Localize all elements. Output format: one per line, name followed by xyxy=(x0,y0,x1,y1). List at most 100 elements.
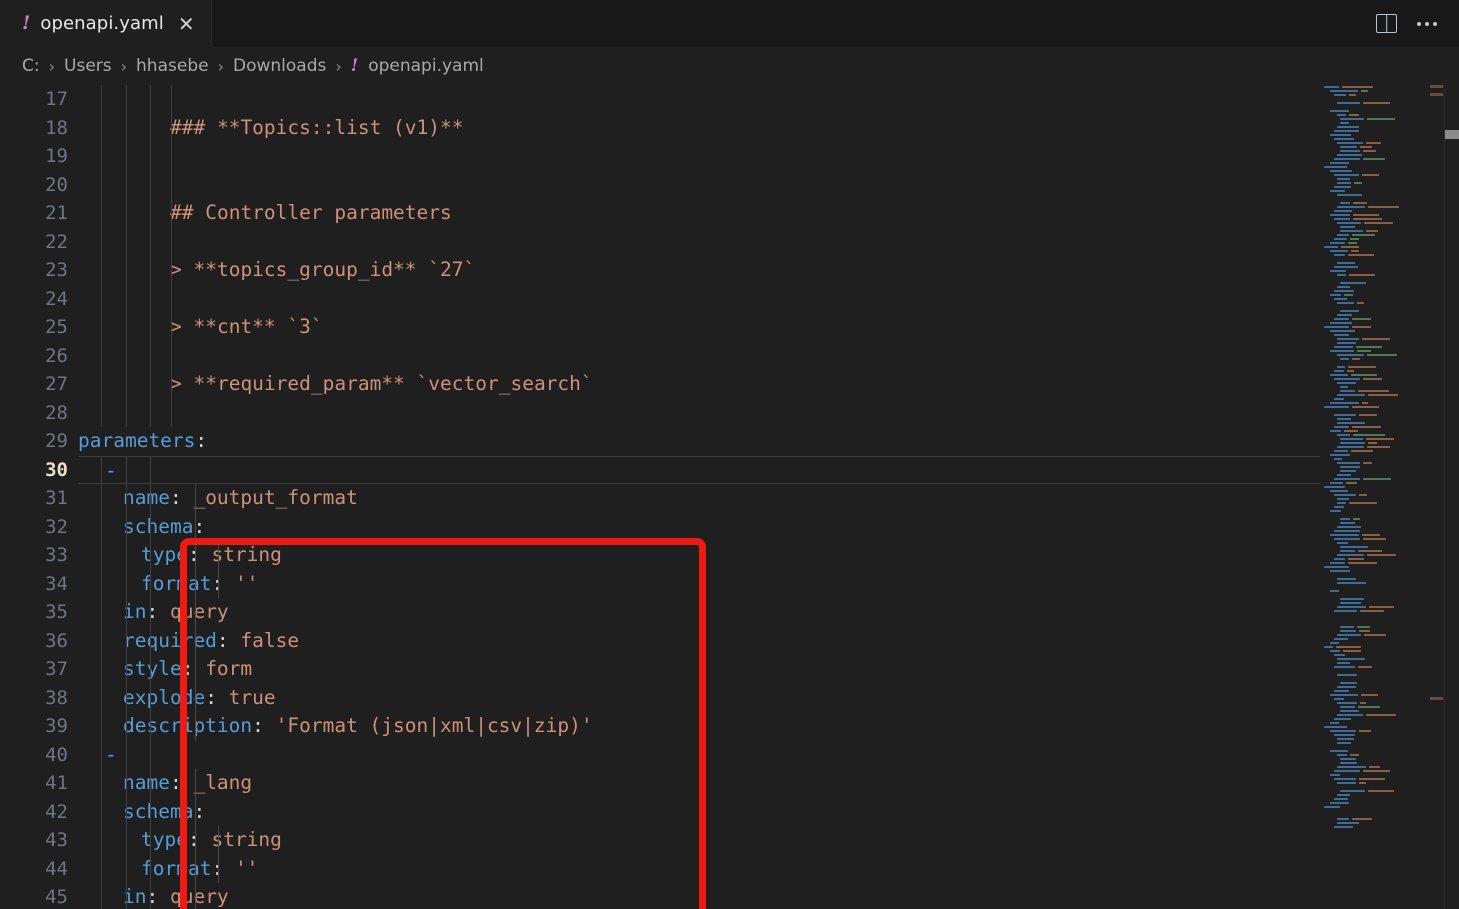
minimap-token xyxy=(1340,465,1361,469)
minimap-token xyxy=(1336,193,1362,197)
code-line[interactable] xyxy=(78,171,1320,200)
code-token: > **cnt** `3` xyxy=(170,315,323,338)
code-token: form xyxy=(205,657,253,680)
line-number: 35 xyxy=(45,601,68,623)
scrollbar-overview-ruler[interactable] xyxy=(1430,85,1459,909)
minimap-token xyxy=(1347,561,1378,565)
minimap-token xyxy=(1362,101,1390,105)
minimap-token xyxy=(1330,489,1349,493)
minimap-token xyxy=(1336,393,1365,397)
minimap-token xyxy=(1351,817,1372,821)
close-icon[interactable]: ✕ xyxy=(178,14,195,34)
line-number: 20 xyxy=(45,173,68,196)
minimap-token xyxy=(1359,701,1367,705)
minimap-token xyxy=(1366,141,1382,145)
line-number: 30 xyxy=(45,458,68,481)
minimap-token xyxy=(1352,325,1372,329)
minimap-token xyxy=(1361,337,1391,341)
code-token: _output_format xyxy=(193,486,358,509)
code-line[interactable]: in: query xyxy=(78,883,1320,909)
code-line[interactable]: schema: xyxy=(78,798,1320,827)
code-token: ## Controller parameters xyxy=(170,201,452,224)
code-content[interactable]: ### **Topics::list (v1)**## Controller p… xyxy=(78,85,1320,909)
code-token: : xyxy=(252,714,276,737)
minimap-token xyxy=(1354,181,1362,185)
minimap-token xyxy=(1333,733,1356,737)
minimap-token xyxy=(1351,425,1381,429)
code-line[interactable]: explode: true xyxy=(78,684,1320,713)
split-editor-icon[interactable] xyxy=(1376,14,1397,33)
code-line[interactable]: description: 'Format (json|xml|csv|zip)' xyxy=(78,712,1320,741)
minimap-token xyxy=(1336,553,1365,557)
code-line[interactable]: type: string xyxy=(78,826,1320,855)
breadcrumb-segment-c[interactable]: C: xyxy=(22,56,40,76)
minimap-token xyxy=(1333,209,1353,213)
code-line[interactable]: format: '' xyxy=(78,570,1320,599)
code-line[interactable]: in: query xyxy=(78,598,1320,627)
minimap-token xyxy=(1324,565,1350,569)
indent-guide xyxy=(218,541,219,598)
code-line[interactable] xyxy=(78,342,1320,371)
minimap-token xyxy=(1365,713,1396,717)
code-line[interactable]: - xyxy=(78,455,1320,484)
minimap-token xyxy=(1336,181,1352,185)
minimap-token xyxy=(1333,397,1344,401)
minimap-token xyxy=(1340,629,1357,633)
code-line[interactable]: type: string xyxy=(78,541,1320,570)
overview-ruler-mark xyxy=(1430,697,1443,700)
code-token: : xyxy=(211,856,235,880)
minimap-token xyxy=(1358,549,1383,553)
minimap-token xyxy=(1357,705,1380,709)
code-line[interactable]: ## Controller parameters xyxy=(78,199,1320,228)
more-actions-icon[interactable] xyxy=(1415,16,1439,32)
minimap-token xyxy=(1336,365,1346,369)
code-line[interactable]: schema: xyxy=(78,513,1320,542)
breadcrumb-segment-downloads[interactable]: Downloads xyxy=(233,56,326,76)
minimap[interactable] xyxy=(1320,85,1430,909)
tab-openapi-yaml[interactable]: ! openapi.yaml ✕ xyxy=(0,0,212,47)
code-line[interactable]: style: form xyxy=(78,655,1320,684)
minimap-token xyxy=(1336,661,1350,665)
code-line[interactable]: > **cnt** `3` xyxy=(78,313,1320,342)
minimap-token xyxy=(1330,189,1345,193)
minimap-token xyxy=(1336,261,1356,265)
minimap-token xyxy=(1330,649,1340,653)
code-line[interactable]: > **required_param** `vector_search` xyxy=(78,370,1320,399)
code-line[interactable]: parameters: xyxy=(78,427,1320,456)
vertical-scrollbar-thumb[interactable] xyxy=(1445,130,1459,139)
line-number-gutter: 17 18 19 20 21 22 23 24 25 26 27 28 29 30 31 32 33 34 35 36… xyxy=(0,85,78,909)
breadcrumb-segment-hhasebe[interactable]: hhasebe xyxy=(136,56,209,76)
code-line[interactable]: format: '' xyxy=(78,855,1320,884)
code-line[interactable] xyxy=(78,85,1320,114)
code-line[interactable]: name: _lang xyxy=(78,769,1320,798)
code-line[interactable] xyxy=(78,142,1320,171)
code-token: required xyxy=(123,628,217,652)
minimap-token xyxy=(1333,265,1359,269)
editor-tab-bar: ! openapi.yaml ✕ xyxy=(0,0,1459,47)
code-line[interactable]: ### **Topics::list (v1)** xyxy=(78,114,1320,143)
code-line[interactable] xyxy=(78,285,1320,314)
line-number: 31 xyxy=(45,487,68,509)
code-token: : xyxy=(181,657,206,680)
code-line[interactable] xyxy=(78,228,1320,257)
code-line[interactable]: - xyxy=(78,741,1320,770)
minimap-token xyxy=(1333,129,1359,133)
minimap-token xyxy=(1333,185,1352,189)
code-line[interactable] xyxy=(78,399,1320,428)
minimap-token xyxy=(1336,685,1356,689)
minimap-token xyxy=(1324,405,1350,409)
minimap-token xyxy=(1356,349,1372,353)
minimap-token xyxy=(1362,149,1377,153)
code-line[interactable]: name: _output_format xyxy=(78,484,1320,513)
minimap-token xyxy=(1340,597,1365,601)
breadcrumb-segment-openapiyaml[interactable]: openapi.yaml xyxy=(368,56,484,76)
code-line[interactable]: required: false xyxy=(78,627,1320,656)
breadcrumb-segment-users[interactable]: Users xyxy=(64,56,112,76)
minimap-token xyxy=(1333,825,1353,829)
minimap-token xyxy=(1353,433,1385,437)
code-editor[interactable]: 17 18 19 20 21 22 23 24 25 26 27 28 29 30 31 32 33 34 35 36… xyxy=(0,85,1459,909)
code-line[interactable]: > **topics_group_id** `27` xyxy=(78,256,1320,285)
indent-guide xyxy=(126,455,127,909)
code-token: false xyxy=(240,628,300,652)
code-token: : xyxy=(211,571,235,595)
